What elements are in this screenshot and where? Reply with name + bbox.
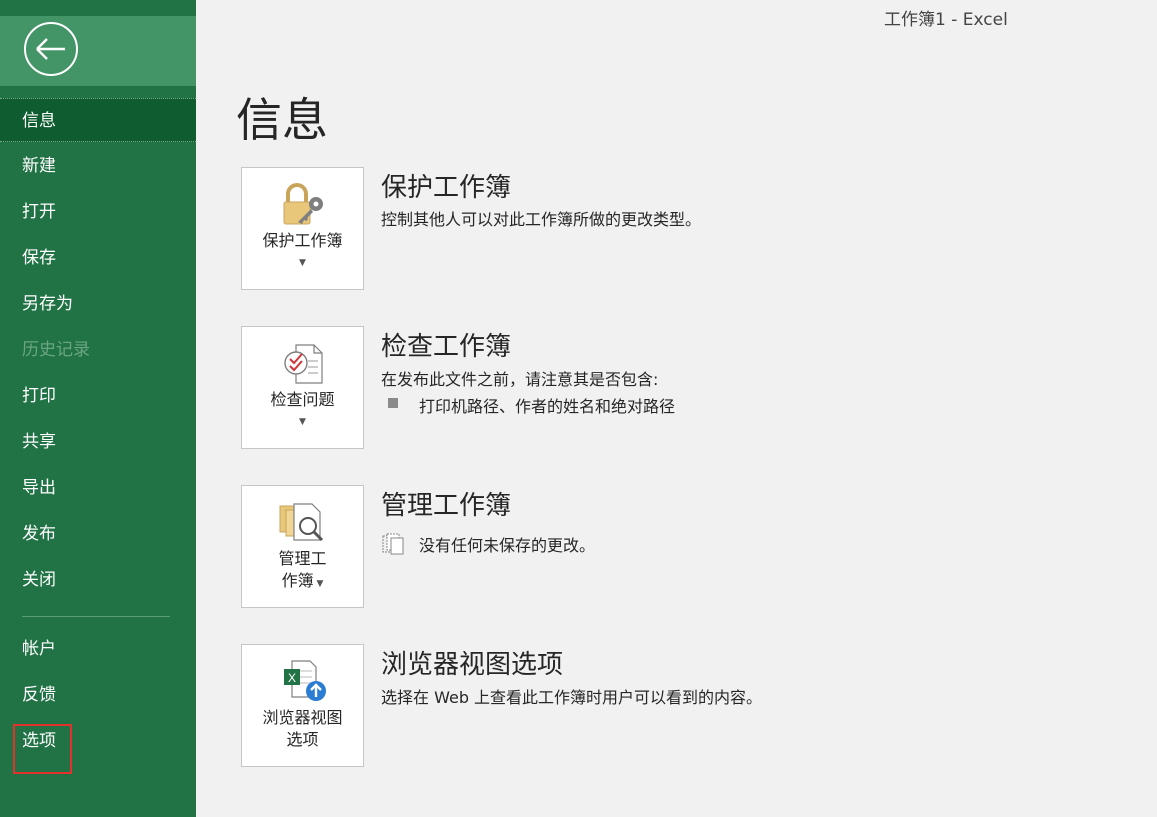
inspect-workbook-bullet: 打印机路径、作者的姓名和绝对路径: [419, 397, 676, 416]
check-for-issues-button[interactable]: 检查问题 ▼: [241, 326, 364, 449]
arrow-left-icon: [36, 38, 65, 60]
nav-open[interactable]: 打开: [0, 190, 196, 234]
browser-view-options-description: 选择在 Web 上查看此工作簿时用户可以看到的内容。: [381, 688, 763, 707]
document-stack-icon: [382, 533, 404, 555]
nav-print[interactable]: 打印: [0, 374, 196, 418]
nav-history: 历史记录: [22, 340, 90, 360]
inspect-workbook-title: 检查工作簿: [381, 332, 512, 362]
manage-workbook-status: 没有任何未保存的更改。: [419, 536, 596, 555]
nav-info[interactable]: 信息: [0, 98, 196, 142]
browser-view-options-title: 浏览器视图选项: [381, 650, 564, 680]
window-title: 工作簿1 - Excel: [884, 10, 1008, 30]
options-highlight-box: [13, 724, 72, 774]
chevron-down-icon: ▼: [313, 579, 324, 589]
back-button-area[interactable]: [0, 16, 196, 86]
nav-share[interactable]: 共享: [0, 420, 196, 464]
inspect-workbook-description: 在发布此文件之前，请注意其是否包含:: [381, 370, 659, 389]
manage-workbook-title: 管理工作簿: [381, 491, 512, 521]
browser-view-options-button[interactable]: X 浏览器视图 选项: [241, 644, 364, 767]
nav-account[interactable]: 帐户: [0, 627, 196, 671]
nav-new[interactable]: 新建: [0, 144, 196, 188]
chevron-down-icon: ▼: [299, 258, 306, 268]
excel-web-icon: X: [284, 660, 326, 701]
nav-publish[interactable]: 发布: [0, 512, 196, 556]
chevron-down-icon: ▼: [299, 417, 306, 427]
inspect-document-icon: [284, 344, 323, 384]
nav-save-as[interactable]: 另存为: [0, 282, 196, 326]
manage-workbook-button[interactable]: 管理工 作簿 ▼: [241, 485, 364, 608]
nav-divider: [22, 616, 170, 617]
back-button[interactable]: [24, 22, 78, 76]
manage-workbook-icon: [279, 503, 324, 542]
page-title: 信息: [236, 93, 328, 147]
protect-workbook-description: 控制其他人可以对此工作簿所做的更改类型。: [381, 210, 702, 229]
nav-feedback[interactable]: 反馈: [0, 673, 196, 717]
protect-workbook-title: 保护工作簿: [381, 173, 512, 203]
protect-workbook-button[interactable]: 保护工作簿 ▼: [241, 167, 364, 290]
check-for-issues-label: 检查问题: [270, 390, 335, 409]
manage-workbook-label-line2: 作簿: [281, 571, 314, 590]
backstage-sidebar: 信息 新建 打开 保存 另存为 历史记录 打印 共享 导出 发布 关闭 帐户 反…: [0, 0, 196, 817]
nav-close[interactable]: 关闭: [0, 558, 196, 602]
manage-workbook-label-line1: 管理工: [278, 549, 327, 568]
bullet-square-icon: [388, 398, 398, 408]
nav-save[interactable]: 保存: [0, 236, 196, 280]
svg-text:X: X: [288, 671, 296, 685]
protect-workbook-label: 保护工作簿: [262, 231, 343, 250]
browser-view-options-label-line2: 选项: [286, 730, 319, 749]
nav-export[interactable]: 导出: [0, 466, 196, 510]
lock-key-icon: [283, 183, 323, 225]
browser-view-options-label-line1: 浏览器视图: [262, 708, 343, 727]
